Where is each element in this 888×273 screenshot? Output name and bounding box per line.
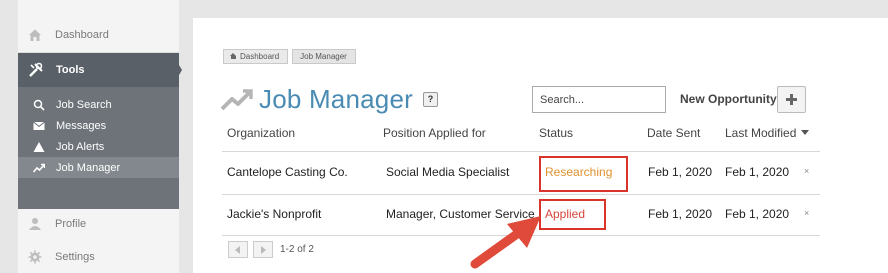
sidebar-item-label: Job Search [56, 98, 112, 111]
cell-date-sent: Feb 1, 2020 [648, 207, 713, 221]
sidebar-top: Dashboard [18, 0, 179, 53]
page-count: 1-2 of 2 [280, 244, 314, 255]
add-opportunity-button[interactable] [777, 86, 806, 113]
cell-organization: Jackie's Nonprofit [227, 207, 322, 221]
sidebar-item-label: Tools [56, 64, 85, 76]
remove-row-button[interactable]: × [804, 208, 809, 218]
sidebar-item-label: Profile [55, 218, 87, 230]
table-divider [222, 151, 820, 152]
table-divider [222, 194, 820, 195]
tools-active-arrow [172, 53, 182, 87]
gear-icon [28, 250, 42, 264]
tools-submenu: Job Search Messages Job Alerts Job Manag… [18, 87, 179, 209]
cell-organization: Cantelope Casting Co. [227, 165, 348, 179]
sidebar-item-profile[interactable]: Profile [18, 214, 86, 234]
help-button[interactable]: ? [422, 92, 438, 107]
column-header-date-sent[interactable]: Date Sent [647, 126, 700, 140]
page-header: Job Manager ? [221, 84, 438, 115]
next-page-button[interactable] [253, 241, 273, 258]
trending-up-icon [33, 163, 45, 173]
sidebar-item-label: Job Alerts [56, 140, 105, 153]
cell-last-modified: Feb 1, 2020 [725, 165, 790, 179]
warning-icon [33, 141, 45, 152]
envelope-icon [33, 121, 45, 130]
cell-last-modified: Feb 1, 2020 [725, 207, 790, 221]
sidebar-item-dashboard[interactable]: Dashboard [18, 25, 109, 45]
breadcrumb-home[interactable]: Dashboard [223, 49, 289, 64]
sidebar-item-job-manager[interactable]: Job Manager [18, 157, 179, 178]
user-icon [29, 218, 41, 230]
column-header-position[interactable]: Position Applied for [383, 126, 486, 140]
sidebar-item-job-alerts[interactable]: Job Alerts [18, 136, 179, 157]
sidebar: Dashboard Tools Job Search Messages Job … [18, 0, 182, 273]
column-header-organization[interactable]: Organization [227, 126, 295, 140]
sidebar-item-settings[interactable]: Settings [18, 247, 95, 267]
home-icon [29, 29, 41, 41]
sidebar-item-label: Settings [55, 251, 95, 263]
pagination: 1-2 of 2 [228, 241, 314, 258]
new-opportunity-label[interactable]: New Opportunity [680, 92, 777, 106]
sidebar-item-tools[interactable]: Tools [18, 53, 179, 87]
column-header-last-modified[interactable]: Last Modified [725, 126, 796, 140]
trending-up-icon [221, 88, 253, 110]
sidebar-item-label: Job Manager [56, 161, 121, 174]
sidebar-bottom: Profile Settings [18, 209, 179, 273]
column-header-status[interactable]: Status [539, 126, 573, 140]
previous-page-button[interactable] [228, 241, 248, 258]
sidebar-item-label: Dashboard [55, 29, 109, 41]
status-badge: Applied [545, 207, 586, 221]
sidebar-item-messages[interactable]: Messages [18, 115, 179, 136]
sort-desc-icon[interactable] [801, 130, 809, 135]
tools-icon [29, 62, 43, 77]
page-title: Job Manager [259, 84, 413, 114]
remove-row-button[interactable]: × [804, 166, 809, 176]
breadcrumb-current: Job Manager [292, 49, 356, 64]
annotation-arrow-icon [470, 216, 541, 269]
sidebar-item-job-search[interactable]: Job Search [18, 94, 179, 115]
sidebar-item-label: Messages [56, 119, 107, 132]
breadcrumb: Dashboard Job Manager [223, 49, 356, 64]
status-badge: Researching [545, 165, 613, 179]
cell-position: Social Media Specialist [386, 165, 510, 179]
cell-date-sent: Feb 1, 2020 [648, 165, 713, 179]
search-input[interactable] [532, 86, 666, 113]
search-icon [33, 99, 45, 111]
